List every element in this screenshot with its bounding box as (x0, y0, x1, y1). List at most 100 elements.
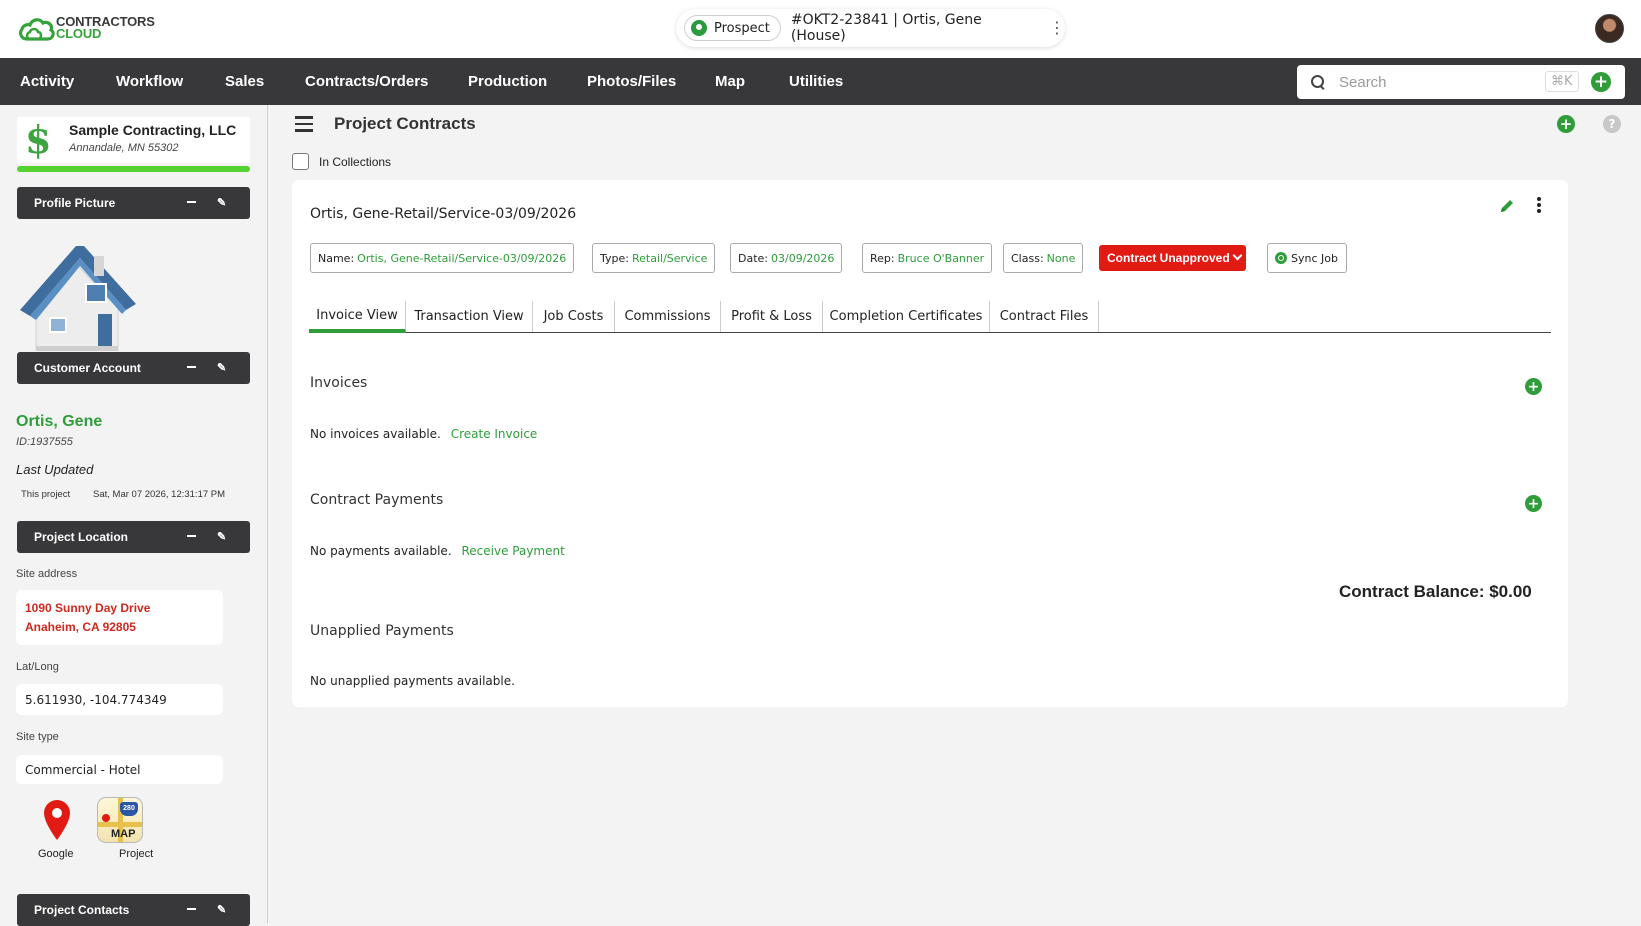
location-pin-icon (691, 20, 707, 36)
logo-line2: CLOUD (56, 26, 102, 41)
contractors-cloud-logo[interactable]: CONTRACTORS CLOUD (18, 14, 155, 42)
nav-photos-files[interactable]: Photos/Files (587, 73, 676, 90)
hamburger-menu-icon[interactable] (295, 116, 313, 132)
tab-transaction-view[interactable]: Transaction View (406, 301, 533, 332)
nav-workflow[interactable]: Workflow (116, 73, 183, 90)
project-location-panel-header[interactable]: Project Location ✎ (17, 521, 250, 553)
in-collections-row[interactable]: In Collections (292, 153, 391, 170)
nav-production[interactable]: Production (468, 73, 547, 90)
collapse-icon[interactable] (187, 366, 196, 368)
nav-utilities[interactable]: Utilities (789, 73, 843, 90)
last-updated-row: This project Sat, Mar 07 2026, 12:31:17 … (21, 489, 225, 500)
invoices-heading: Invoices (310, 375, 368, 391)
rep-chip-value: Bruce O'Banner (897, 251, 985, 265)
invoices-empty-row: No invoices available. Create Invoice (310, 427, 537, 441)
help-icon[interactable]: ? (1603, 115, 1621, 133)
tab-completion-certificates[interactable]: Completion Certificates (823, 301, 990, 332)
invoices-empty-text: No invoices available. (310, 427, 441, 441)
site-address-label: Site address (16, 568, 78, 580)
pencil-icon[interactable]: ✎ (217, 361, 226, 374)
search-input[interactable] (1339, 73, 1539, 91)
profile-picture-panel-header[interactable]: Profile Picture ✎ (17, 187, 250, 219)
date-chip-label: Date: (738, 251, 768, 265)
in-collections-checkbox[interactable] (292, 153, 309, 170)
logo-text: CONTRACTORS CLOUD (56, 15, 155, 41)
payments-empty-text: No payments available. (310, 544, 452, 558)
customer-name-link[interactable]: Ortis, Gene (16, 413, 102, 431)
quickbooks-icon (1275, 252, 1287, 264)
tab-profit-loss[interactable]: Profit & Loss (721, 301, 823, 332)
panel-title: Customer Account (34, 361, 141, 375)
edit-pencil-icon[interactable] (1498, 197, 1516, 215)
search-icon (1311, 75, 1325, 89)
nav-map[interactable]: Map (715, 73, 745, 90)
tab-contract-files[interactable]: Contract Files (990, 301, 1099, 332)
date-chip[interactable]: Date: 03/09/2026 (730, 243, 843, 273)
company-card[interactable]: $ Sample Contracting, LLC Annandale, MN … (17, 117, 250, 163)
nav-contracts-orders[interactable]: Contracts/Orders (305, 73, 428, 90)
pencil-icon[interactable]: ✎ (217, 530, 226, 543)
google-map-label[interactable]: Google (38, 848, 73, 860)
project-map-label[interactable]: Project (119, 848, 153, 860)
add-contract-icon[interactable]: + (1557, 115, 1575, 133)
latlong-field: 5.611930, -104.774349 (16, 684, 223, 715)
sidebar: $ Sample Contracting, LLC Annandale, MN … (0, 105, 268, 926)
contract-menu-icon[interactable] (1536, 197, 1542, 213)
type-chip[interactable]: Type: Retail/Service (592, 243, 716, 273)
project-menu-icon[interactable]: ⋮ (1049, 20, 1065, 36)
search-shortcut-hint: ⌘K (1545, 71, 1579, 92)
tab-commissions[interactable]: Commissions (615, 301, 721, 332)
rep-chip[interactable]: Rep: Bruce O'Banner (862, 243, 993, 273)
add-invoice-icon[interactable]: + (1525, 378, 1542, 395)
class-chip[interactable]: Class: None (1003, 243, 1084, 273)
collapse-icon[interactable] (187, 201, 196, 203)
create-invoice-link[interactable]: Create Invoice (451, 427, 538, 441)
customer-account-panel-header[interactable]: Customer Account ✎ (17, 352, 250, 384)
collapse-icon[interactable] (187, 908, 196, 910)
site-address-line2: Anaheim, CA 92805 (25, 620, 136, 634)
cloud-logo-icon (19, 18, 55, 41)
add-payment-icon[interactable]: + (1525, 495, 1542, 512)
latlong-label: Lat/Long (16, 661, 59, 673)
page-title: Project Contracts (334, 114, 476, 133)
receive-payment-link[interactable]: Receive Payment (461, 544, 564, 558)
in-collections-label: In Collections (319, 154, 392, 169)
project-code: #OKT2-23841 | Ortis, Gene (House) (790, 12, 982, 44)
sync-job-button[interactable]: Sync Job (1267, 243, 1347, 273)
global-search[interactable]: ⌘K (1297, 65, 1625, 99)
house-image (20, 246, 136, 351)
unapplied-empty-text: No unapplied payments available. (310, 674, 515, 688)
panel-title: Project Contacts (34, 903, 130, 917)
user-avatar[interactable] (1595, 14, 1624, 43)
nav-sales[interactable]: Sales (225, 73, 264, 90)
pencil-icon[interactable]: ✎ (217, 903, 226, 916)
prospect-status-label: Prospect (714, 20, 770, 36)
date-chip-value: 03/09/2026 (771, 251, 835, 265)
class-chip-label: Class: (1011, 251, 1044, 265)
panel-title: Profile Picture (34, 196, 116, 210)
site-type-field: Commercial - Hotel (16, 755, 223, 784)
payments-empty-row: No payments available. Receive Payment (310, 544, 565, 558)
project-contacts-panel-header[interactable]: Project Contacts ✎ (17, 894, 250, 926)
name-chip-label: Name: (318, 251, 355, 265)
site-address-link[interactable]: 1090 Sunny Day Drive Anaheim, CA 92805 (16, 590, 223, 645)
last-updated-label: Last Updated (16, 462, 94, 477)
dollar-icon: $ (25, 117, 52, 162)
tab-invoice-view[interactable]: Invoice View (309, 301, 406, 333)
project-map-icon[interactable]: 280 MAP (97, 797, 143, 843)
customer-id: ID:1937555 (16, 436, 73, 448)
current-project-pill[interactable]: Prospect #OKT2-23841 | Ortis, Gene (Hous… (676, 9, 1065, 47)
contract-status-dropdown[interactable]: Contract Unapproved (1099, 245, 1246, 271)
global-add-icon[interactable]: + (1591, 72, 1611, 92)
contract-status-label: Contract Unapproved (1107, 251, 1230, 265)
nav-activity[interactable]: Activity (20, 73, 74, 90)
collapse-icon[interactable] (187, 535, 196, 537)
name-chip-value: Ortis, Gene-Retail/Service-03/09/2026 (357, 251, 567, 265)
prospect-status-badge[interactable]: Prospect (684, 15, 781, 41)
map-pin-dot (102, 814, 110, 822)
name-chip[interactable]: Name: Ortis, Gene-Retail/Service-03/09/2… (310, 243, 575, 273)
chevron-down-icon (1232, 250, 1243, 261)
tab-job-costs[interactable]: Job Costs (533, 301, 615, 332)
pencil-icon[interactable]: ✎ (217, 196, 226, 209)
google-map-pin-icon[interactable] (42, 799, 72, 841)
